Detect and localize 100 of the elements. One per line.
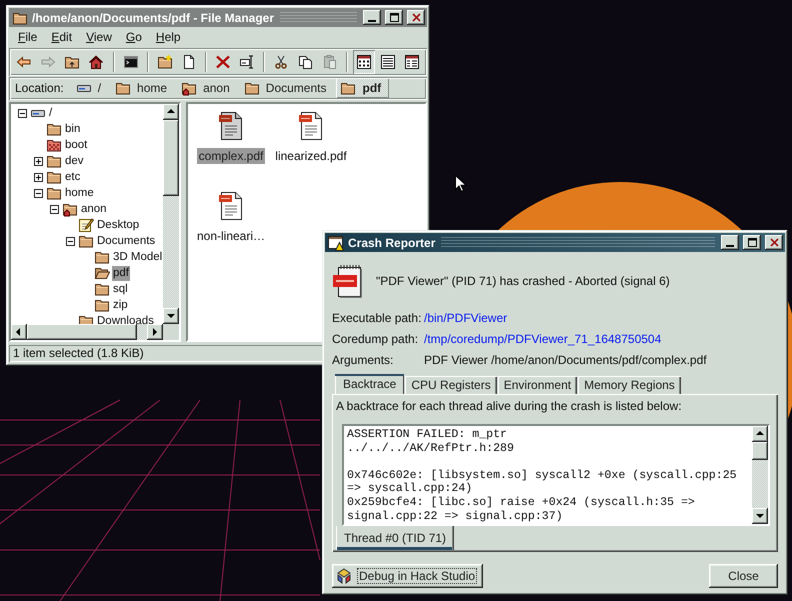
grid-view-icon — [356, 54, 372, 70]
field-label: Arguments: — [332, 352, 394, 366]
folder-icon — [46, 153, 62, 170]
minimize-icon — [726, 244, 734, 246]
tree-item[interactable]: Downloads — [96, 314, 155, 324]
collapse-toggle[interactable] — [18, 108, 27, 118]
tree-item[interactable]: pdf — [112, 266, 130, 281]
scroll-down-button[interactable] — [752, 508, 768, 524]
tree-item[interactable]: Desktop — [96, 218, 140, 233]
tree-item[interactable]: boot — [64, 138, 88, 153]
tab[interactable]: Memory Regions — [578, 376, 681, 394]
file-name[interactable]: complex.pdf — [196, 148, 266, 164]
clipboard-icon — [322, 54, 338, 70]
folder-icon — [115, 80, 132, 96]
folder-star-icon — [156, 54, 173, 70]
close-icon — [770, 238, 778, 247]
folder-icon — [78, 233, 94, 250]
location-label: Location: — [15, 81, 64, 96]
tab[interactable]: Backtrace — [335, 374, 404, 394]
list-view-icon — [380, 54, 396, 70]
icon-view-button[interactable] — [352, 50, 375, 74]
backtrace-frame: 0x746c602e: [libsystem.so] syscall2 +0xe (syscall.cpp:25 => syscall.cpp:24) — [347, 468, 752, 496]
scroll-down-button[interactable] — [163, 308, 179, 324]
arrow-left-icon — [16, 54, 32, 70]
breadcrumb[interactable]: anon — [177, 78, 238, 98]
window-title: Crash Reporter — [348, 236, 436, 250]
menu-item[interactable]: View — [79, 30, 119, 44]
scroll-right-button[interactable] — [147, 324, 163, 340]
tree-item[interactable]: bin — [64, 122, 82, 137]
scrollbar[interactable] — [11, 324, 163, 340]
field-value: PDF Viewer /home/anon/Documents/pdf/complex.pdf — [424, 352, 708, 366]
document-icon — [332, 264, 364, 298]
text-cursor-icon — [239, 54, 256, 70]
open-folder-icon — [94, 265, 110, 282]
collapse-toggle[interactable] — [50, 204, 59, 214]
breadcrumb[interactable]: home — [111, 78, 176, 98]
maximize-icon — [748, 238, 756, 247]
tree-item[interactable]: 3D Model — [112, 250, 163, 265]
tree-item[interactable]: home — [64, 186, 95, 201]
maximize-button[interactable] — [743, 235, 761, 250]
collapse-toggle[interactable] — [66, 236, 75, 246]
tree-item[interactable]: zip — [112, 298, 129, 313]
menu-item[interactable]: Edit — [44, 30, 80, 44]
path-link[interactable]: /tmp/coredump/PDFViewer_71_1648750504 — [424, 332, 778, 346]
expand-toggle[interactable] — [34, 156, 43, 166]
scissors-icon — [273, 54, 290, 70]
thread-tab[interactable]: Thread #0 (TID 71) — [336, 526, 454, 550]
collapse-toggle[interactable] — [34, 188, 43, 198]
scroll-up-button[interactable] — [163, 104, 179, 120]
close-button[interactable]: Close — [709, 564, 778, 588]
scroll-thumb[interactable] — [752, 442, 768, 460]
crash-message: "PDF Viewer" (PID 71) has crashed - Aborted (signal 6) — [376, 274, 670, 288]
tab[interactable]: Environment — [498, 376, 578, 394]
window-warning-icon — [328, 234, 344, 250]
menu-item[interactable]: Help — [148, 30, 188, 44]
house-folder-icon — [62, 201, 78, 218]
arrow-right-icon — [40, 54, 56, 70]
breadcrumb[interactable]: / — [72, 78, 110, 98]
tree-item[interactable]: etc — [64, 170, 82, 185]
file-name[interactable]: non-lineari… — [194, 228, 268, 244]
minimize-icon — [368, 20, 376, 22]
scroll-up-button[interactable] — [752, 426, 768, 442]
field-label: Executable path: — [332, 310, 422, 324]
menu-item[interactable]: Go — [118, 30, 149, 44]
folder-icon — [340, 80, 356, 96]
breadcrumb[interactable]: Documents — [240, 78, 334, 98]
cross-icon — [215, 54, 232, 70]
folder-icon — [46, 185, 62, 202]
folder-icon — [94, 281, 110, 298]
tree-item[interactable]: anon — [80, 202, 108, 217]
path-link[interactable]: /bin/PDFViewer — [424, 310, 778, 324]
assertion-message: ASSERTION FAILED: m_ptr ../../../AK/RefPtr.h:289 — [347, 428, 515, 456]
tree-item[interactable]: / — [48, 106, 54, 121]
terminal-icon — [122, 54, 139, 70]
scrollbar[interactable] — [752, 426, 768, 524]
scroll-thumb[interactable] — [163, 120, 179, 196]
backtrace-frame: 0x259bcfe4: [libc.so] raise +0x24 (syscall.h:35 => signal.cpp:22 => signal.cpp:37) — [347, 496, 752, 524]
table-view-icon — [404, 54, 420, 70]
close-button[interactable] — [765, 235, 783, 250]
menu-item[interactable]: File — [11, 30, 44, 44]
tree-item[interactable]: sql — [112, 282, 129, 297]
folder-icon — [244, 80, 260, 96]
notepad-icon — [78, 217, 94, 234]
scroll-left-button[interactable] — [11, 324, 27, 340]
minimize-button[interactable] — [721, 235, 739, 250]
scrollbar[interactable] — [163, 104, 179, 324]
folder-icon — [46, 121, 62, 138]
file-name[interactable]: linearized.pdf — [273, 148, 349, 164]
scroll-thumb[interactable] — [27, 324, 137, 340]
expand-toggle[interactable] — [34, 172, 43, 182]
maximize-icon — [390, 13, 398, 22]
breadcrumb[interactable]: pdf — [336, 78, 390, 98]
folder-icon — [46, 169, 62, 186]
folder-icon — [94, 249, 110, 266]
house-icon — [88, 54, 104, 70]
tree-item[interactable]: dev — [64, 154, 85, 169]
tree-item[interactable]: Documents — [96, 234, 156, 249]
tab[interactable]: CPU Registers — [405, 376, 497, 394]
description-text: A backtrace for each thread alive during the crash is listed below: — [336, 399, 683, 415]
debug-button[interactable]: Debug in Hack Studio — [332, 564, 484, 588]
